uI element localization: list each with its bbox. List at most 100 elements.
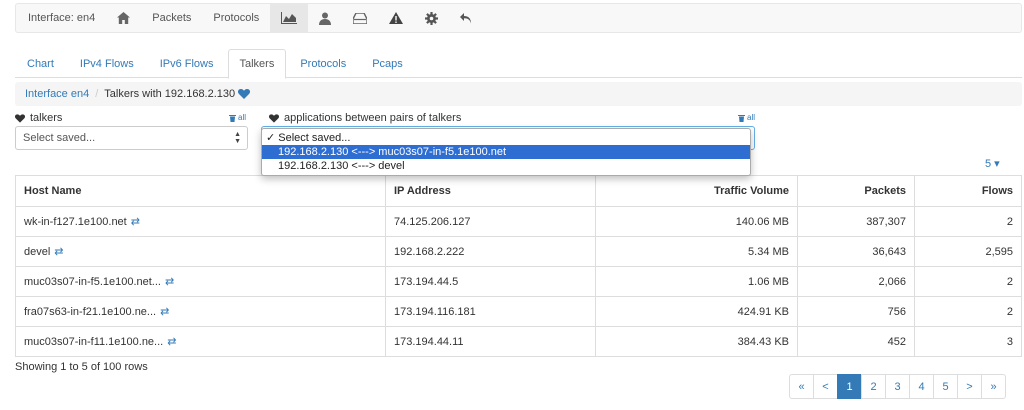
heart-icon[interactable] bbox=[238, 89, 251, 99]
packets-cell: 452 bbox=[797, 326, 915, 357]
page-1-button[interactable]: 1 bbox=[837, 374, 862, 399]
exchange-icon[interactable]: ⇄ bbox=[160, 306, 169, 318]
back-button[interactable] bbox=[449, 4, 483, 32]
pagination: « < 1 2 3 4 5 > » bbox=[789, 374, 1006, 399]
packets-cell: 756 bbox=[797, 296, 915, 327]
tab-protocols[interactable]: Protocols bbox=[288, 49, 358, 77]
devices-button[interactable] bbox=[342, 4, 378, 32]
breadcrumb-current: Talkers with 192.168.2.130 bbox=[104, 88, 236, 100]
talkers-all-label: all bbox=[238, 113, 247, 122]
alerts-button[interactable] bbox=[378, 4, 414, 32]
protocols-menu[interactable]: Protocols bbox=[202, 4, 270, 32]
exchange-icon[interactable]: ⇄ bbox=[54, 246, 63, 258]
area-chart-icon bbox=[281, 12, 298, 24]
dropdown-option-devel[interactable]: 192.168.2.130 <---> devel bbox=[262, 159, 750, 173]
flows-cell: 2 bbox=[914, 296, 1022, 327]
host-name-cell: devel ⇄ bbox=[15, 236, 386, 267]
table-row: fra07s63-in-f21.1e100.ne... ⇄ 173.194.116.… bbox=[15, 296, 1022, 327]
page-prev-button[interactable]: < bbox=[813, 374, 838, 399]
col-flows[interactable]: Flows bbox=[914, 175, 1022, 207]
page-first-button[interactable]: « bbox=[789, 374, 814, 399]
heart-icon bbox=[15, 113, 25, 123]
host-name-cell: fra07s63-in-f21.1e100.ne... ⇄ bbox=[15, 296, 386, 327]
host-name-text[interactable]: wk-in-f127.1e100.net bbox=[24, 216, 127, 228]
home-button[interactable] bbox=[106, 4, 141, 32]
page-3-button[interactable]: 3 bbox=[885, 374, 910, 399]
host-name-text[interactable]: muc03s07-in-f11.1e100.ne... bbox=[24, 336, 163, 348]
col-traffic-volume[interactable]: Traffic Volume bbox=[595, 175, 798, 207]
apps-filter-label: applications between pairs of talkers bbox=[269, 112, 461, 124]
trash-icon bbox=[738, 114, 745, 122]
packets-cell: 387,307 bbox=[797, 206, 915, 237]
apps-label-text: applications between pairs of talkers bbox=[284, 112, 462, 124]
heart-icon bbox=[269, 113, 279, 123]
exchange-icon[interactable]: ⇄ bbox=[131, 216, 140, 228]
exchange-icon[interactable]: ⇄ bbox=[165, 276, 174, 288]
table-row: devel ⇄ 192.168.2.222 5.34 MB 36,643 2,595 bbox=[15, 236, 1022, 267]
dropdown-option-select-saved[interactable]: ✓ Select saved... bbox=[262, 131, 750, 145]
tab-chart[interactable]: Chart bbox=[15, 49, 66, 77]
traffic-volume-cell: 1.06 MB bbox=[595, 266, 798, 297]
packets-cell: 36,643 bbox=[797, 236, 915, 267]
rows-info: Showing 1 to 5 of 100 rows bbox=[15, 361, 148, 373]
apps-delete-all-button[interactable]: all bbox=[738, 113, 755, 122]
charts-button[interactable] bbox=[270, 4, 309, 32]
breadcrumb-separator: / bbox=[95, 88, 99, 100]
exchange-icon[interactable]: ⇄ bbox=[167, 336, 176, 348]
tab-talkers[interactable]: Talkers bbox=[227, 49, 287, 79]
flows-cell: 2 bbox=[914, 266, 1022, 297]
host-name-cell: muc03s07-in-f5.1e100.net... ⇄ bbox=[15, 266, 386, 297]
ip-address-cell: 173.194.44.5 bbox=[385, 266, 596, 297]
traffic-volume-cell: 384.43 KB bbox=[595, 326, 798, 357]
host-name-text[interactable]: devel bbox=[24, 246, 50, 258]
traffic-volume-cell: 424.91 KB bbox=[595, 296, 798, 327]
dropdown-option-muc03s07[interactable]: 192.168.2.130 <---> muc03s07-in-f5.1e100… bbox=[262, 145, 750, 159]
traffic-volume-cell: 5.34 MB bbox=[595, 236, 798, 267]
page-5-button[interactable]: 5 bbox=[933, 374, 958, 399]
apps-all-label: all bbox=[747, 113, 756, 122]
ip-address-cell: 192.168.2.222 bbox=[385, 236, 596, 267]
talkers-saved-select[interactable]: Select saved... ▲ ▼ bbox=[15, 126, 248, 150]
talkers-label-text: talkers bbox=[30, 112, 63, 124]
host-name-text[interactable]: fra07s63-in-f21.1e100.ne... bbox=[24, 306, 156, 318]
talkers-delete-all-button[interactable]: all bbox=[229, 113, 246, 122]
page-next-button[interactable]: > bbox=[957, 374, 982, 399]
ip-address-cell: 173.194.44.11 bbox=[385, 326, 596, 357]
flows-cell: 3 bbox=[914, 326, 1022, 357]
traffic-volume-cell: 140.06 MB bbox=[595, 206, 798, 237]
breadcrumb: Interface en4 / Talkers with 192.168.2.1… bbox=[15, 82, 1022, 106]
page-2-button[interactable]: 2 bbox=[861, 374, 886, 399]
table-row: muc03s07-in-f11.1e100.ne... ⇄ 173.194.44.1… bbox=[15, 326, 1022, 357]
top-navbar: Interface: en4 Packets Protocols bbox=[15, 3, 1022, 33]
talkers-table: Host Name IP Address Traffic Volume Pack… bbox=[15, 175, 1022, 357]
gear-icon bbox=[425, 11, 439, 25]
undo-icon bbox=[460, 12, 472, 23]
table-header-row: Host Name IP Address Traffic Volume Pack… bbox=[15, 175, 1022, 207]
select-arrows-icon: ▲ ▼ bbox=[234, 131, 241, 145]
page-size-dropdown[interactable]: 5 ▾ bbox=[985, 157, 1000, 170]
settings-button[interactable] bbox=[414, 4, 449, 32]
page-last-button[interactable]: » bbox=[981, 374, 1006, 399]
col-packets[interactable]: Packets bbox=[797, 175, 915, 207]
breadcrumb-interface-link[interactable]: Interface en4 bbox=[25, 88, 89, 100]
packets-cell: 2,066 bbox=[797, 266, 915, 297]
flows-cell: 2,595 bbox=[914, 236, 1022, 267]
col-ip-address[interactable]: IP Address bbox=[385, 175, 596, 207]
host-name-text[interactable]: muc03s07-in-f5.1e100.net... bbox=[24, 276, 161, 288]
table-row: wk-in-f127.1e100.net ⇄ 74.125.206.127 140.0… bbox=[15, 206, 1022, 237]
ip-address-cell: 74.125.206.127 bbox=[385, 206, 596, 237]
col-host-name[interactable]: Host Name bbox=[15, 175, 386, 207]
page-4-button[interactable]: 4 bbox=[909, 374, 934, 399]
hosts-button[interactable] bbox=[308, 4, 342, 32]
flows-cell: 2 bbox=[914, 206, 1022, 237]
interface-menu[interactable]: Interface: en4 bbox=[16, 4, 106, 32]
tab-pcaps[interactable]: Pcaps bbox=[360, 49, 415, 77]
tab-ipv6-flows[interactable]: IPv6 Flows bbox=[148, 49, 226, 77]
tab-bar: Chart IPv4 Flows IPv6 Flows Talkers Prot… bbox=[15, 49, 1022, 79]
table-row: muc03s07-in-f5.1e100.net... ⇄ 173.194.44.5… bbox=[15, 266, 1022, 297]
trash-icon bbox=[229, 114, 236, 122]
talkers-filter-label: talkers bbox=[15, 112, 62, 124]
packets-menu[interactable]: Packets bbox=[141, 4, 202, 32]
tab-ipv4-flows[interactable]: IPv4 Flows bbox=[68, 49, 146, 77]
apps-saved-dropdown: ✓ Select saved... 192.168.2.130 <---> mu… bbox=[261, 128, 751, 176]
